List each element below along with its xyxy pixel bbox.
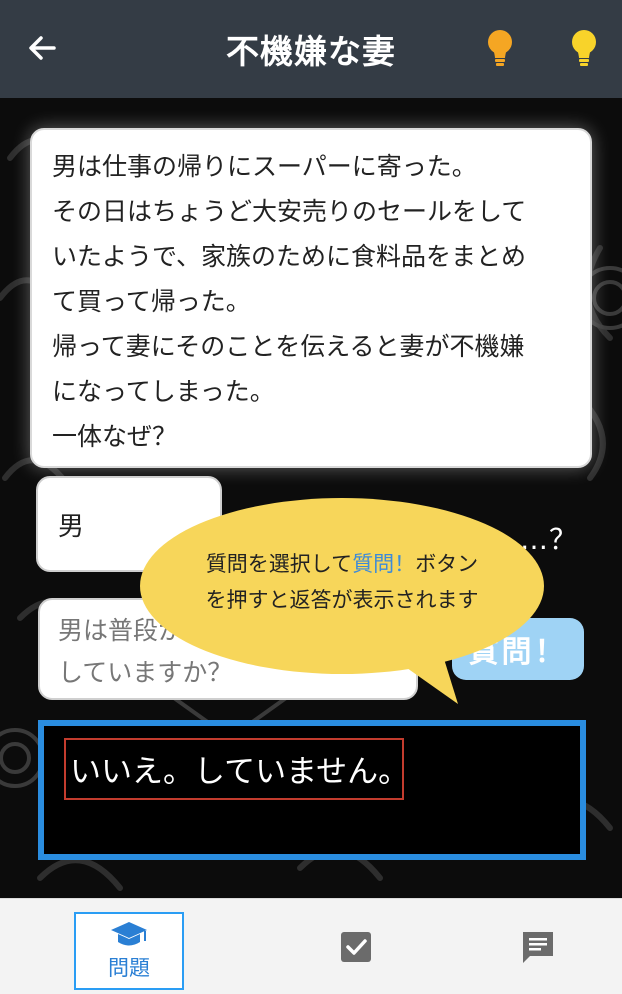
tooltip-highlight: 質問！ xyxy=(352,552,416,576)
tooltip-text-part: 質問を選択して xyxy=(205,552,353,576)
back-button[interactable] xyxy=(22,28,62,68)
answer-box: いいえ。していません。 xyxy=(38,720,586,860)
lightbulb-icon xyxy=(488,30,512,66)
hint-button-1[interactable] xyxy=(480,26,520,72)
nav-problems-label: 問題 xyxy=(108,956,150,980)
subject-value: 男 xyxy=(58,511,85,542)
page-title: 不機嫌な妻 xyxy=(226,32,396,71)
story-line: て買って帰った。 xyxy=(52,287,251,316)
nav-answers[interactable] xyxy=(336,927,376,967)
story-line: 帰って妻にそのことを伝えると妻が不機嫌 xyxy=(52,332,525,361)
story-line: 男は仕事の帰りにスーパーに寄った。 xyxy=(52,152,477,181)
tooltip-line-2: を押すと返答が表示されます xyxy=(205,588,479,612)
main-content: 男は仕事の帰りにスーパーに寄った。 その日はちょうど大安売りのセールをして いた… xyxy=(0,98,622,898)
graduation-cap-icon xyxy=(111,922,147,946)
help-tooltip: 質問を選択して質問！ボタン を押すと返答が表示されます xyxy=(140,496,544,704)
story-line: 一体なぜ？ xyxy=(52,422,178,451)
tooltip-line-1: 質問を選択して質問！ボタン xyxy=(140,548,544,578)
story-card: 男は仕事の帰りにスーパーに寄った。 その日はちょうど大安売りのセールをして いた… xyxy=(30,128,592,468)
story-line: いたようで、家族のために食料品をまとめ xyxy=(52,242,527,271)
tooltip-text-part: ボタン xyxy=(415,552,479,576)
story-line: になってしまった。 xyxy=(52,377,275,406)
bottom-nav: 問題 xyxy=(0,898,622,994)
nav-problems[interactable]: 問題 xyxy=(74,912,184,990)
checkbox-icon xyxy=(341,932,371,962)
arrow-left-icon xyxy=(29,36,56,60)
hint-button-2[interactable] xyxy=(564,26,604,72)
chat-icon xyxy=(523,932,553,963)
nav-comments[interactable] xyxy=(518,927,558,967)
lightbulb-icon xyxy=(572,30,596,66)
answer-text: いいえ。していません。 xyxy=(70,754,410,790)
story-line: その日はちょうど大安売りのセールをして xyxy=(52,197,527,226)
app-header: 不機嫌な妻 xyxy=(0,0,622,98)
